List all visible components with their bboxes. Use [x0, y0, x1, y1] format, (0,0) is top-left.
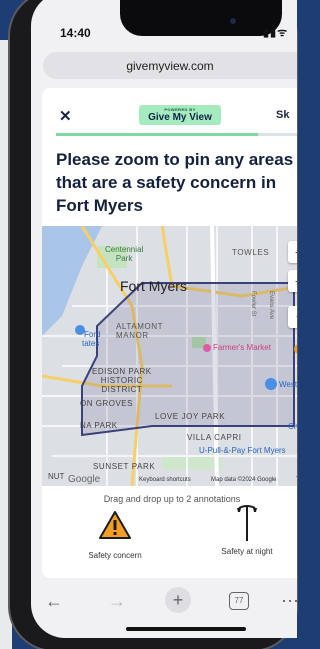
- zoom-out-button[interactable]: −: [288, 270, 297, 292]
- park-area-south: [162, 456, 222, 470]
- phone-screen: 14:40 ▮▮ᯤ givemyview.com ✕ POWERED BY Gi…: [31, 0, 297, 638]
- forward-arrow-icon[interactable]: →: [108, 591, 126, 612]
- map-data-text: Map data ©2024 Google: [211, 477, 277, 483]
- status-icons: ▮▮ᯤ: [263, 25, 288, 40]
- skip-button[interactable]: Sk: [276, 109, 289, 121]
- browser-toolbar: ← → + 77 ⋯: [31, 582, 297, 622]
- google-logo: Google: [68, 474, 101, 485]
- new-tab-icon[interactable]: +: [165, 587, 191, 613]
- annotation-safety-at-night[interactable]: Safety at night: [202, 505, 292, 570]
- label-fort-myers: Fort Myers: [120, 278, 187, 294]
- map-pin-western[interactable]: [265, 378, 277, 390]
- url-text: givemyview.com: [126, 58, 214, 73]
- label-sunset-park: SUNSET PARK: [93, 462, 156, 471]
- label-villa-capri: VILLA CAPRI: [187, 433, 242, 442]
- label-ford: Ford: [84, 330, 101, 339]
- label-on-groves: ON GROVES: [80, 399, 133, 408]
- zoom-in-button[interactable]: +: [288, 241, 297, 263]
- label-states: tates: [82, 339, 100, 348]
- wifi-icon: ᯤ: [277, 27, 289, 39]
- badge-powered-by-text: POWERED BY: [164, 107, 196, 112]
- map-pin-farmers[interactable]: [203, 344, 211, 352]
- label-altamont-manor: ALTAMONT MANOR: [116, 322, 164, 340]
- tabs-button[interactable]: 77: [229, 592, 249, 610]
- progress-fill: [56, 133, 258, 136]
- locate-icon[interactable]: ⌖: [288, 306, 297, 328]
- label-na-park: NA PARK: [80, 421, 118, 430]
- label-towles: TOWLES: [232, 248, 270, 257]
- home-indicator: [126, 627, 246, 631]
- back-arrow-icon[interactable]: ←: [45, 591, 63, 612]
- safety-concern-label: Safety concern: [88, 551, 142, 560]
- warning-triangle-icon: [99, 511, 131, 539]
- label-fowler-st: Fowler St: [250, 291, 256, 317]
- close-icon[interactable]: ✕: [59, 107, 72, 125]
- street-lamp-icon: [237, 505, 257, 541]
- safety-at-night-label: Safety at night: [221, 547, 273, 556]
- phone-notch: [120, 0, 282, 36]
- url-bar[interactable]: givemyview.com: [43, 52, 297, 79]
- annotation-safety-concern[interactable]: Safety concern: [70, 510, 160, 570]
- progress-bar: [56, 133, 297, 136]
- label-farmers-market: Farmer's Market: [213, 343, 271, 352]
- map-view[interactable]: Centennial Park TOWLES Fort Myers Evans …: [42, 226, 297, 486]
- label-evans-ave: Evans Ave: [268, 291, 274, 320]
- label-edison-park: EDISON PARK HISTORIC DISTRICT: [92, 367, 152, 394]
- map-attribution: Google Keyboard shortcuts Map data ©2024…: [42, 474, 297, 486]
- tab-count: 77: [234, 596, 244, 605]
- annotation-hint: Drag and drop up to 2 annotations: [103, 494, 241, 504]
- label-centennial-park: Centennial Park: [105, 245, 144, 263]
- label-love-joy-park: LOVE JOY PARK: [155, 412, 226, 421]
- label-western: Westerr: [279, 380, 297, 389]
- signal-icon: ▮▮: [263, 27, 278, 39]
- phone-frame: 14:40 ▮▮ᯤ givemyview.com ✕ POWERED BY Gi…: [8, 0, 298, 649]
- badge-brand-text: Give My View: [148, 112, 212, 123]
- new-tab-glyph: +: [172, 590, 184, 610]
- question-title: Please zoom to pin any areas that are a …: [56, 150, 294, 215]
- label-upull: U-Pull-&-Pay Fort Myers: [199, 446, 286, 455]
- keyboard-shortcuts-link[interactable]: Keyboard shortcuts: [139, 477, 191, 483]
- camera-dot: [230, 18, 236, 24]
- terms-link[interactable]: T: [296, 477, 297, 483]
- status-time: 14:40: [60, 26, 91, 40]
- survey-card: ✕ POWERED BY Give My View Sk Please zoom…: [42, 88, 297, 578]
- more-icon[interactable]: ⋯: [281, 591, 297, 612]
- powered-by-badge[interactable]: POWERED BY Give My View: [139, 105, 221, 125]
- label-ck: CK: [288, 422, 297, 431]
